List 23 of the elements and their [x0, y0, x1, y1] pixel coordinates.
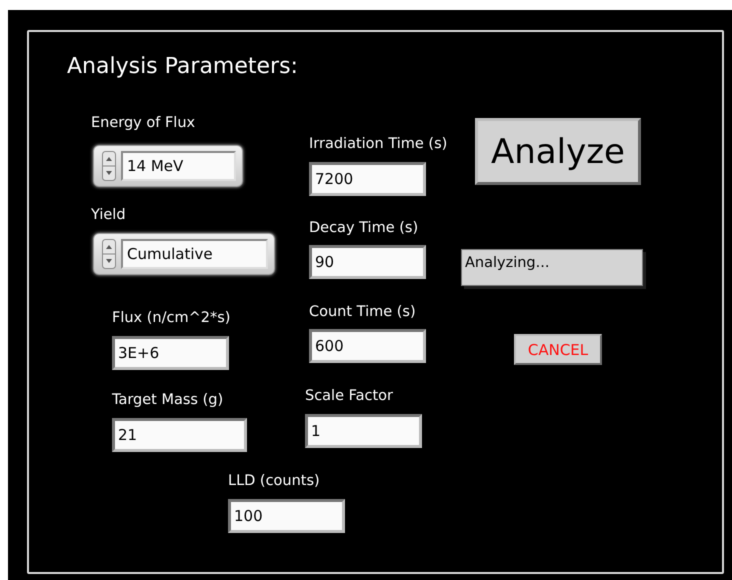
field-label: Target Mass (g)	[112, 392, 224, 408]
input-field[interactable]: 100	[228, 499, 345, 533]
field-label: Yield	[91, 207, 126, 223]
ring-control[interactable]: 14 MeV	[93, 145, 243, 187]
field-label: Count Time (s)	[309, 304, 416, 320]
input-field[interactable]: 7200	[309, 162, 426, 196]
input-field[interactable]: 3E+6	[112, 336, 229, 370]
field-label: LLD (counts)	[228, 473, 320, 489]
spin-arrows-icon[interactable]	[102, 151, 116, 181]
panel-title: Analysis Parameters:	[67, 54, 298, 79]
field-label: Irradiation Time (s)	[309, 136, 448, 152]
input-field[interactable]: 1	[305, 414, 422, 448]
ring-control[interactable]: Cumulative	[93, 233, 275, 275]
input-field[interactable]: 21	[112, 418, 247, 452]
field-label: Scale Factor	[305, 388, 394, 404]
input-field[interactable]: 600	[309, 329, 426, 363]
field-label: Energy of Flux	[91, 115, 196, 131]
input-field[interactable]: 90	[309, 245, 426, 279]
spin-arrows-icon[interactable]	[102, 239, 116, 269]
status-indicator: Analyzing...	[461, 249, 643, 286]
field-label: Flux (n/cm^2*s)	[112, 310, 230, 326]
field-label: Decay Time (s)	[309, 220, 418, 236]
analyze-button[interactable]: Analyze	[475, 118, 641, 185]
